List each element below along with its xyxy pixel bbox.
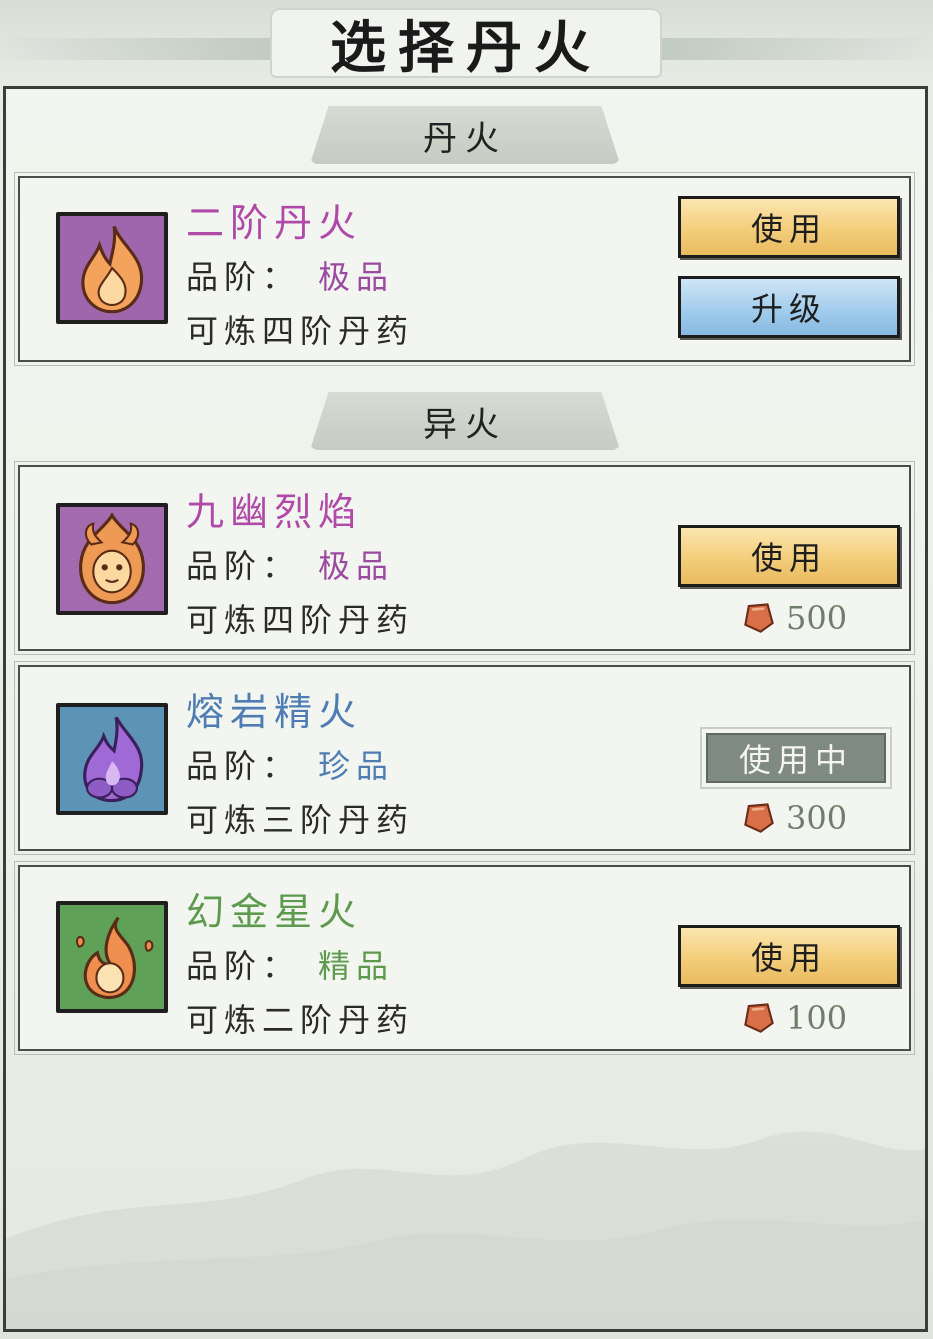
cost-value: 300 (786, 799, 848, 837)
purple-flame-icon (56, 703, 168, 815)
use-button[interactable]: 使用 (678, 925, 900, 987)
fire-card-rongyan: 熔岩精火 品阶： 珍品 可炼三阶丹药 使用中 300 (14, 661, 915, 855)
in-use-badge: 使用中 (700, 727, 892, 789)
fire-card-jiuyou: 九幽烈焰 品阶： 极品 可炼四阶丹药 使用 500 (14, 461, 915, 655)
cost-value: 500 (786, 599, 848, 637)
fire-name: 幻金星火 (186, 890, 363, 934)
use-button[interactable]: 使用 (678, 525, 900, 587)
grade-value: 极品 (318, 547, 395, 585)
refine-desc: 可炼四阶丹药 (186, 601, 415, 639)
mountain-backdrop (6, 1131, 925, 1329)
section-label: 异火 (423, 404, 507, 445)
fire-card-huanjin: 幻金星火 品阶： 精品 可炼二阶丹药 使用 100 (14, 861, 915, 1055)
grade-label: 品阶： (186, 547, 301, 585)
spark-flame-icon (56, 901, 168, 1013)
fire-name: 九幽烈焰 (186, 490, 363, 534)
page-title: 选择丹火 (330, 14, 602, 81)
grade-label: 品阶： (186, 258, 301, 296)
spirit-stone-icon (744, 1003, 774, 1033)
section-tab-dan-fire: 丹火 (310, 106, 620, 164)
refine-desc: 可炼三阶丹药 (186, 801, 415, 839)
fire-name: 二阶丹火 (186, 201, 363, 245)
title-banner: 选择丹火 (0, 8, 662, 81)
upgrade-button[interactable]: 升级 (678, 276, 900, 338)
section-tab-strange-fire: 异火 (310, 392, 620, 450)
grade-line: 品阶： 精品 (186, 941, 394, 987)
grade-value: 珍品 (318, 747, 395, 785)
grade-line: 品阶： 极品 (186, 252, 394, 298)
cost-display: 300 (742, 799, 847, 837)
demon-flame-icon (56, 503, 168, 615)
refine-desc: 可炼二阶丹药 (186, 1001, 415, 1039)
grade-line: 品阶： 珍品 (186, 741, 394, 787)
flame-icon (56, 212, 168, 324)
cost-display: 500 (742, 599, 847, 637)
fire-name: 熔岩精火 (186, 690, 363, 734)
cost-value: 100 (786, 999, 848, 1037)
grade-label: 品阶： (186, 947, 301, 985)
game-screen: 选择丹火 丹火 二阶丹火 品阶： 极品 可炼四阶丹药 使用 升级 异火 九幽烈焰… (0, 0, 933, 1339)
spirit-stone-icon (744, 803, 774, 833)
spirit-stone-icon (744, 603, 774, 633)
cost-display: 100 (742, 999, 847, 1037)
grade-label: 品阶： (186, 747, 301, 785)
fire-card-erjie: 二阶丹火 品阶： 极品 可炼四阶丹药 使用 升级 (14, 172, 915, 366)
refine-desc: 可炼四阶丹药 (186, 312, 415, 350)
grade-line: 品阶： 极品 (186, 541, 394, 587)
use-button[interactable]: 使用 (678, 196, 900, 258)
grade-value: 极品 (318, 258, 395, 296)
grade-value: 精品 (318, 947, 395, 985)
section-label: 丹火 (423, 118, 507, 159)
